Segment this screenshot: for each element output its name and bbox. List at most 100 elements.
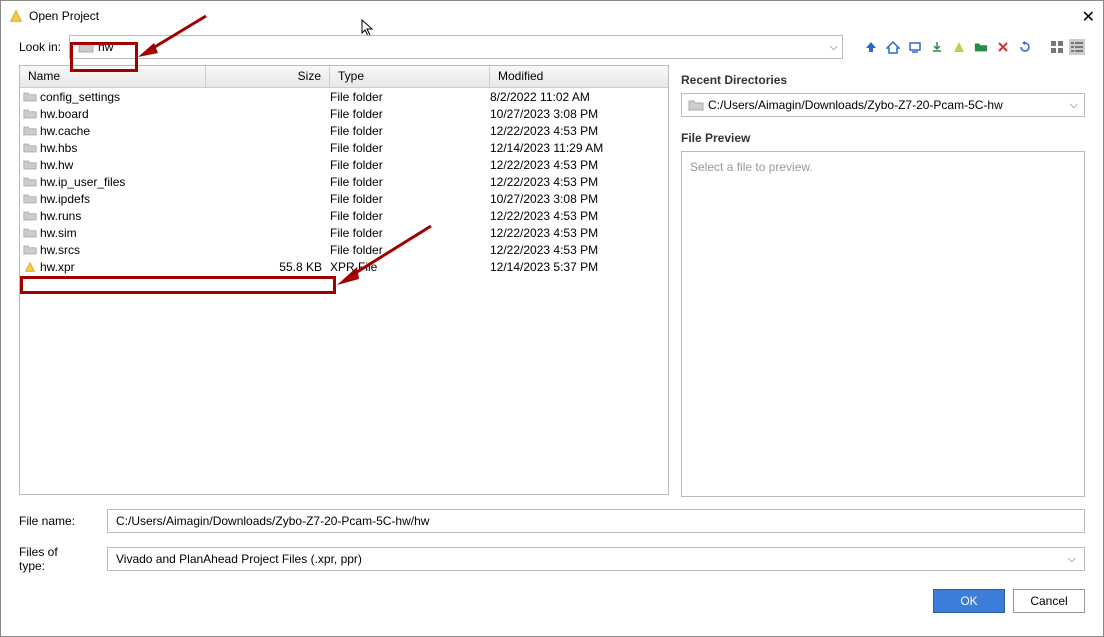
- file-type: File folder: [330, 209, 490, 223]
- filename-input[interactable]: [107, 509, 1085, 533]
- grid-view-icon[interactable]: [1049, 39, 1065, 55]
- lookin-row: Look in: hw ⌵: [1, 31, 1103, 65]
- file-modified: 12/22/2023 4:53 PM: [490, 175, 668, 189]
- filetype-value: Vivado and PlanAhead Project Files (.xpr…: [116, 552, 362, 566]
- recent-path: C:/Users/Aimagin/Downloads/Zybo-Z7-20-Pc…: [708, 98, 1003, 112]
- titlebar: Open Project ✕: [1, 1, 1103, 31]
- file-row[interactable]: hw.ipdefs File folder10/27/2023 3:08 PM: [20, 190, 668, 207]
- close-button[interactable]: ✕: [1082, 7, 1095, 27]
- file-type: File folder: [330, 243, 490, 257]
- file-row[interactable]: config_settings File folder8/2/2022 11:02…: [20, 88, 668, 105]
- folder-icon: [20, 159, 40, 170]
- file-name: hw.ipdefs: [40, 192, 206, 206]
- file-row[interactable]: hw.ip_user_files File folder12/22/2023 4:…: [20, 173, 668, 190]
- col-header-name[interactable]: Name: [20, 66, 206, 87]
- file-type: File folder: [330, 226, 490, 240]
- recent-dirs-label: Recent Directories: [681, 73, 1085, 87]
- file-name: hw.runs: [40, 209, 206, 223]
- file-type: File folder: [330, 175, 490, 189]
- file-panel: Name Size Type Modified config_settings F…: [19, 65, 669, 495]
- file-modified: 12/14/2023 11:29 AM: [490, 141, 668, 155]
- file-row[interactable]: hw.sim File folder12/22/2023 4:53 PM: [20, 224, 668, 241]
- file-modified: 12/22/2023 4:53 PM: [490, 226, 668, 240]
- file-type: File folder: [330, 158, 490, 172]
- download-icon[interactable]: [929, 39, 945, 55]
- lookin-folder-name: hw: [98, 40, 113, 54]
- file-name: hw.xpr: [40, 260, 206, 274]
- folder-icon: [20, 244, 40, 255]
- app-icon: [9, 9, 23, 23]
- file-name: hw.sim: [40, 226, 206, 240]
- file-modified: 12/22/2023 4:53 PM: [490, 209, 668, 223]
- file-preview-box: Select a file to preview.: [681, 151, 1085, 497]
- project-icon[interactable]: [951, 39, 967, 55]
- col-header-modified[interactable]: Modified: [490, 66, 668, 87]
- file-modified: 10/27/2023 3:08 PM: [490, 107, 668, 121]
- file-list: config_settingsFile folder8/2/2022 11:02…: [20, 88, 668, 275]
- filetype-select[interactable]: Vivado and PlanAhead Project Files (.xpr…: [107, 547, 1085, 571]
- file-type: XPR File: [330, 260, 490, 274]
- ok-button[interactable]: OK: [933, 589, 1005, 613]
- file-modified: 12/22/2023 4:53 PM: [490, 243, 668, 257]
- up-arrow-icon[interactable]: [863, 39, 879, 55]
- file-row[interactable]: hw.boardFile folder10/27/2023 3:08 PM: [20, 105, 668, 122]
- file-row[interactable]: hw.runs File folder12/22/2023 4:53 PM: [20, 207, 668, 224]
- folder-icon: [20, 108, 40, 119]
- file-row[interactable]: hw.hw File folder12/22/2023 4:53 PM: [20, 156, 668, 173]
- lookin-label: Look in:: [19, 40, 61, 54]
- desktop-icon[interactable]: [907, 39, 923, 55]
- file-row[interactable]: hw.xpr55.8 KBXPR File12/14/2023 5:37 PM: [20, 258, 668, 275]
- file-name: hw.srcs: [40, 243, 206, 257]
- filetype-label: Files of type:: [19, 545, 87, 573]
- file-row[interactable]: hw.hbsFile folder12/14/2023 11:29 AM: [20, 139, 668, 156]
- file-row[interactable]: hw.cache File folder12/22/2023 4:53 PM: [20, 122, 668, 139]
- content-area: Name Size Type Modified config_settings F…: [1, 65, 1103, 497]
- new-folder-icon[interactable]: [973, 39, 989, 55]
- file-preview-label: File Preview: [681, 131, 1085, 145]
- cancel-button[interactable]: Cancel: [1013, 589, 1085, 613]
- side-panel: Recent Directories C:/Users/Aimagin/Down…: [681, 65, 1085, 497]
- folder-icon: [78, 41, 94, 53]
- file-name: hw.ip_user_files: [40, 175, 206, 189]
- file-name: config_settings: [40, 90, 206, 104]
- delete-icon[interactable]: [995, 39, 1011, 55]
- folder-icon: [20, 210, 40, 221]
- col-header-type[interactable]: Type: [330, 66, 490, 87]
- folder-icon: [20, 142, 40, 153]
- folder-icon: [20, 91, 40, 102]
- chevron-down-icon: ⌵: [1070, 99, 1078, 112]
- folder-icon: [20, 125, 40, 136]
- file-modified: 12/22/2023 4:53 PM: [490, 124, 668, 138]
- lookin-combo[interactable]: hw ⌵: [69, 35, 843, 59]
- chevron-down-icon: ⌵: [1068, 553, 1076, 566]
- file-modified: 8/2/2022 11:02 AM: [490, 90, 668, 104]
- file-modified: 12/22/2023 4:53 PM: [490, 158, 668, 172]
- window-title: Open Project: [29, 9, 99, 23]
- file-header: Name Size Type Modified: [20, 66, 668, 88]
- file-modified: 10/27/2023 3:08 PM: [490, 192, 668, 206]
- file-size: 55.8 KB: [206, 260, 330, 274]
- xpr-file-icon: [20, 261, 40, 273]
- file-modified: 12/14/2023 5:37 PM: [490, 260, 668, 274]
- folder-icon: [20, 176, 40, 187]
- file-name: hw.hw: [40, 158, 206, 172]
- button-row: OK Cancel: [1, 585, 1103, 627]
- file-type: File folder: [330, 192, 490, 206]
- file-type: File folder: [330, 90, 490, 104]
- file-row[interactable]: hw.srcs File folder12/22/2023 4:53 PM: [20, 241, 668, 258]
- home-icon[interactable]: [885, 39, 901, 55]
- recent-dirs-combo[interactable]: C:/Users/Aimagin/Downloads/Zybo-Z7-20-Pc…: [681, 93, 1085, 117]
- preview-placeholder: Select a file to preview.: [690, 160, 813, 174]
- toolbar: [851, 39, 1033, 55]
- file-name: hw.cache: [40, 124, 206, 138]
- file-type: File folder: [330, 124, 490, 138]
- refresh-icon[interactable]: [1017, 39, 1033, 55]
- file-name: hw.board: [40, 107, 206, 121]
- col-header-size[interactable]: Size: [206, 66, 330, 87]
- list-view-icon[interactable]: [1069, 39, 1085, 55]
- chevron-down-icon: ⌵: [830, 41, 838, 54]
- folder-icon: [20, 193, 40, 204]
- file-type: File folder: [330, 141, 490, 155]
- filename-label: File name:: [19, 514, 87, 528]
- folder-icon: [688, 99, 704, 111]
